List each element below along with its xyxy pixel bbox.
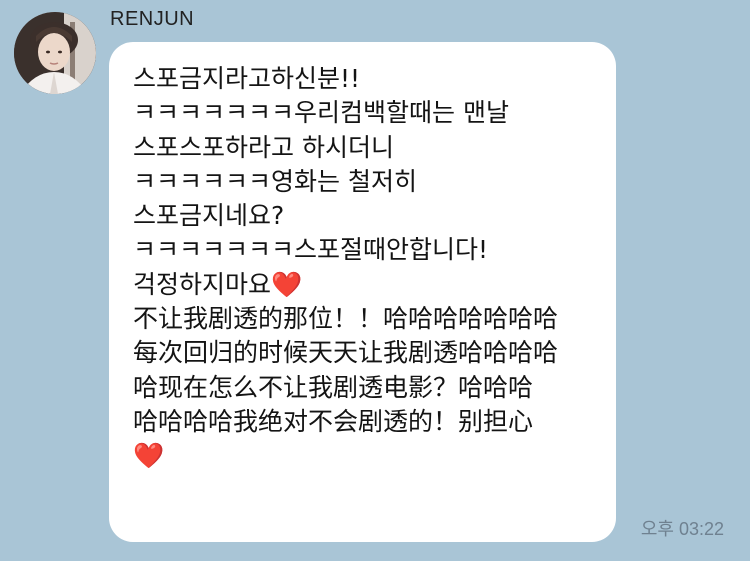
message-line: 不让我剧透的那位！！哈哈哈哈哈哈哈 (133, 304, 559, 334)
message-line: 스포금지네요? (133, 201, 285, 231)
message-line: ㅋㅋㅋㅋㅋㅋ영화는 철저히 (133, 166, 417, 196)
message-line: 哈哈哈哈我绝对不会剧透的！别担心 (133, 406, 534, 436)
message-line: 걱정하지마요❤️ (133, 269, 303, 299)
message-line: ㅋㅋㅋㅋㅋㅋㅋ스포절때안합니다! (133, 235, 489, 265)
message-line: 哈现在怎么不让我剧透电影？哈哈哈 (133, 372, 534, 402)
message-timestamp: 오후 03:22 (640, 519, 724, 539)
profile-photo-icon (14, 12, 96, 94)
message-line: ㅋㅋㅋㅋㅋㅋㅋ우리컴백할때는 맨날 (133, 98, 509, 128)
message-bubble[interactable]: 스포금지라고하신분!! ㅋㅋㅋㅋㅋㅋㅋ우리컴백할때는 맨날 스포스포하라고 하시… (109, 42, 616, 542)
message-line: 每次回归的时候天天让我剧透哈哈哈哈 (133, 338, 559, 368)
avatar[interactable] (14, 12, 96, 94)
message-line: 스포스포하라고 하시더니 (133, 132, 394, 162)
message-line: 스포금지라고하신분!! (133, 64, 361, 93)
message-text: 스포금지라고하신분!! ㅋㅋㅋㅋㅋㅋㅋ우리컴백할때는 맨날 스포스포하라고 하시… (133, 62, 600, 474)
sender-name: RENJUN (110, 8, 195, 30)
message-line: ❤️ (133, 441, 165, 471)
